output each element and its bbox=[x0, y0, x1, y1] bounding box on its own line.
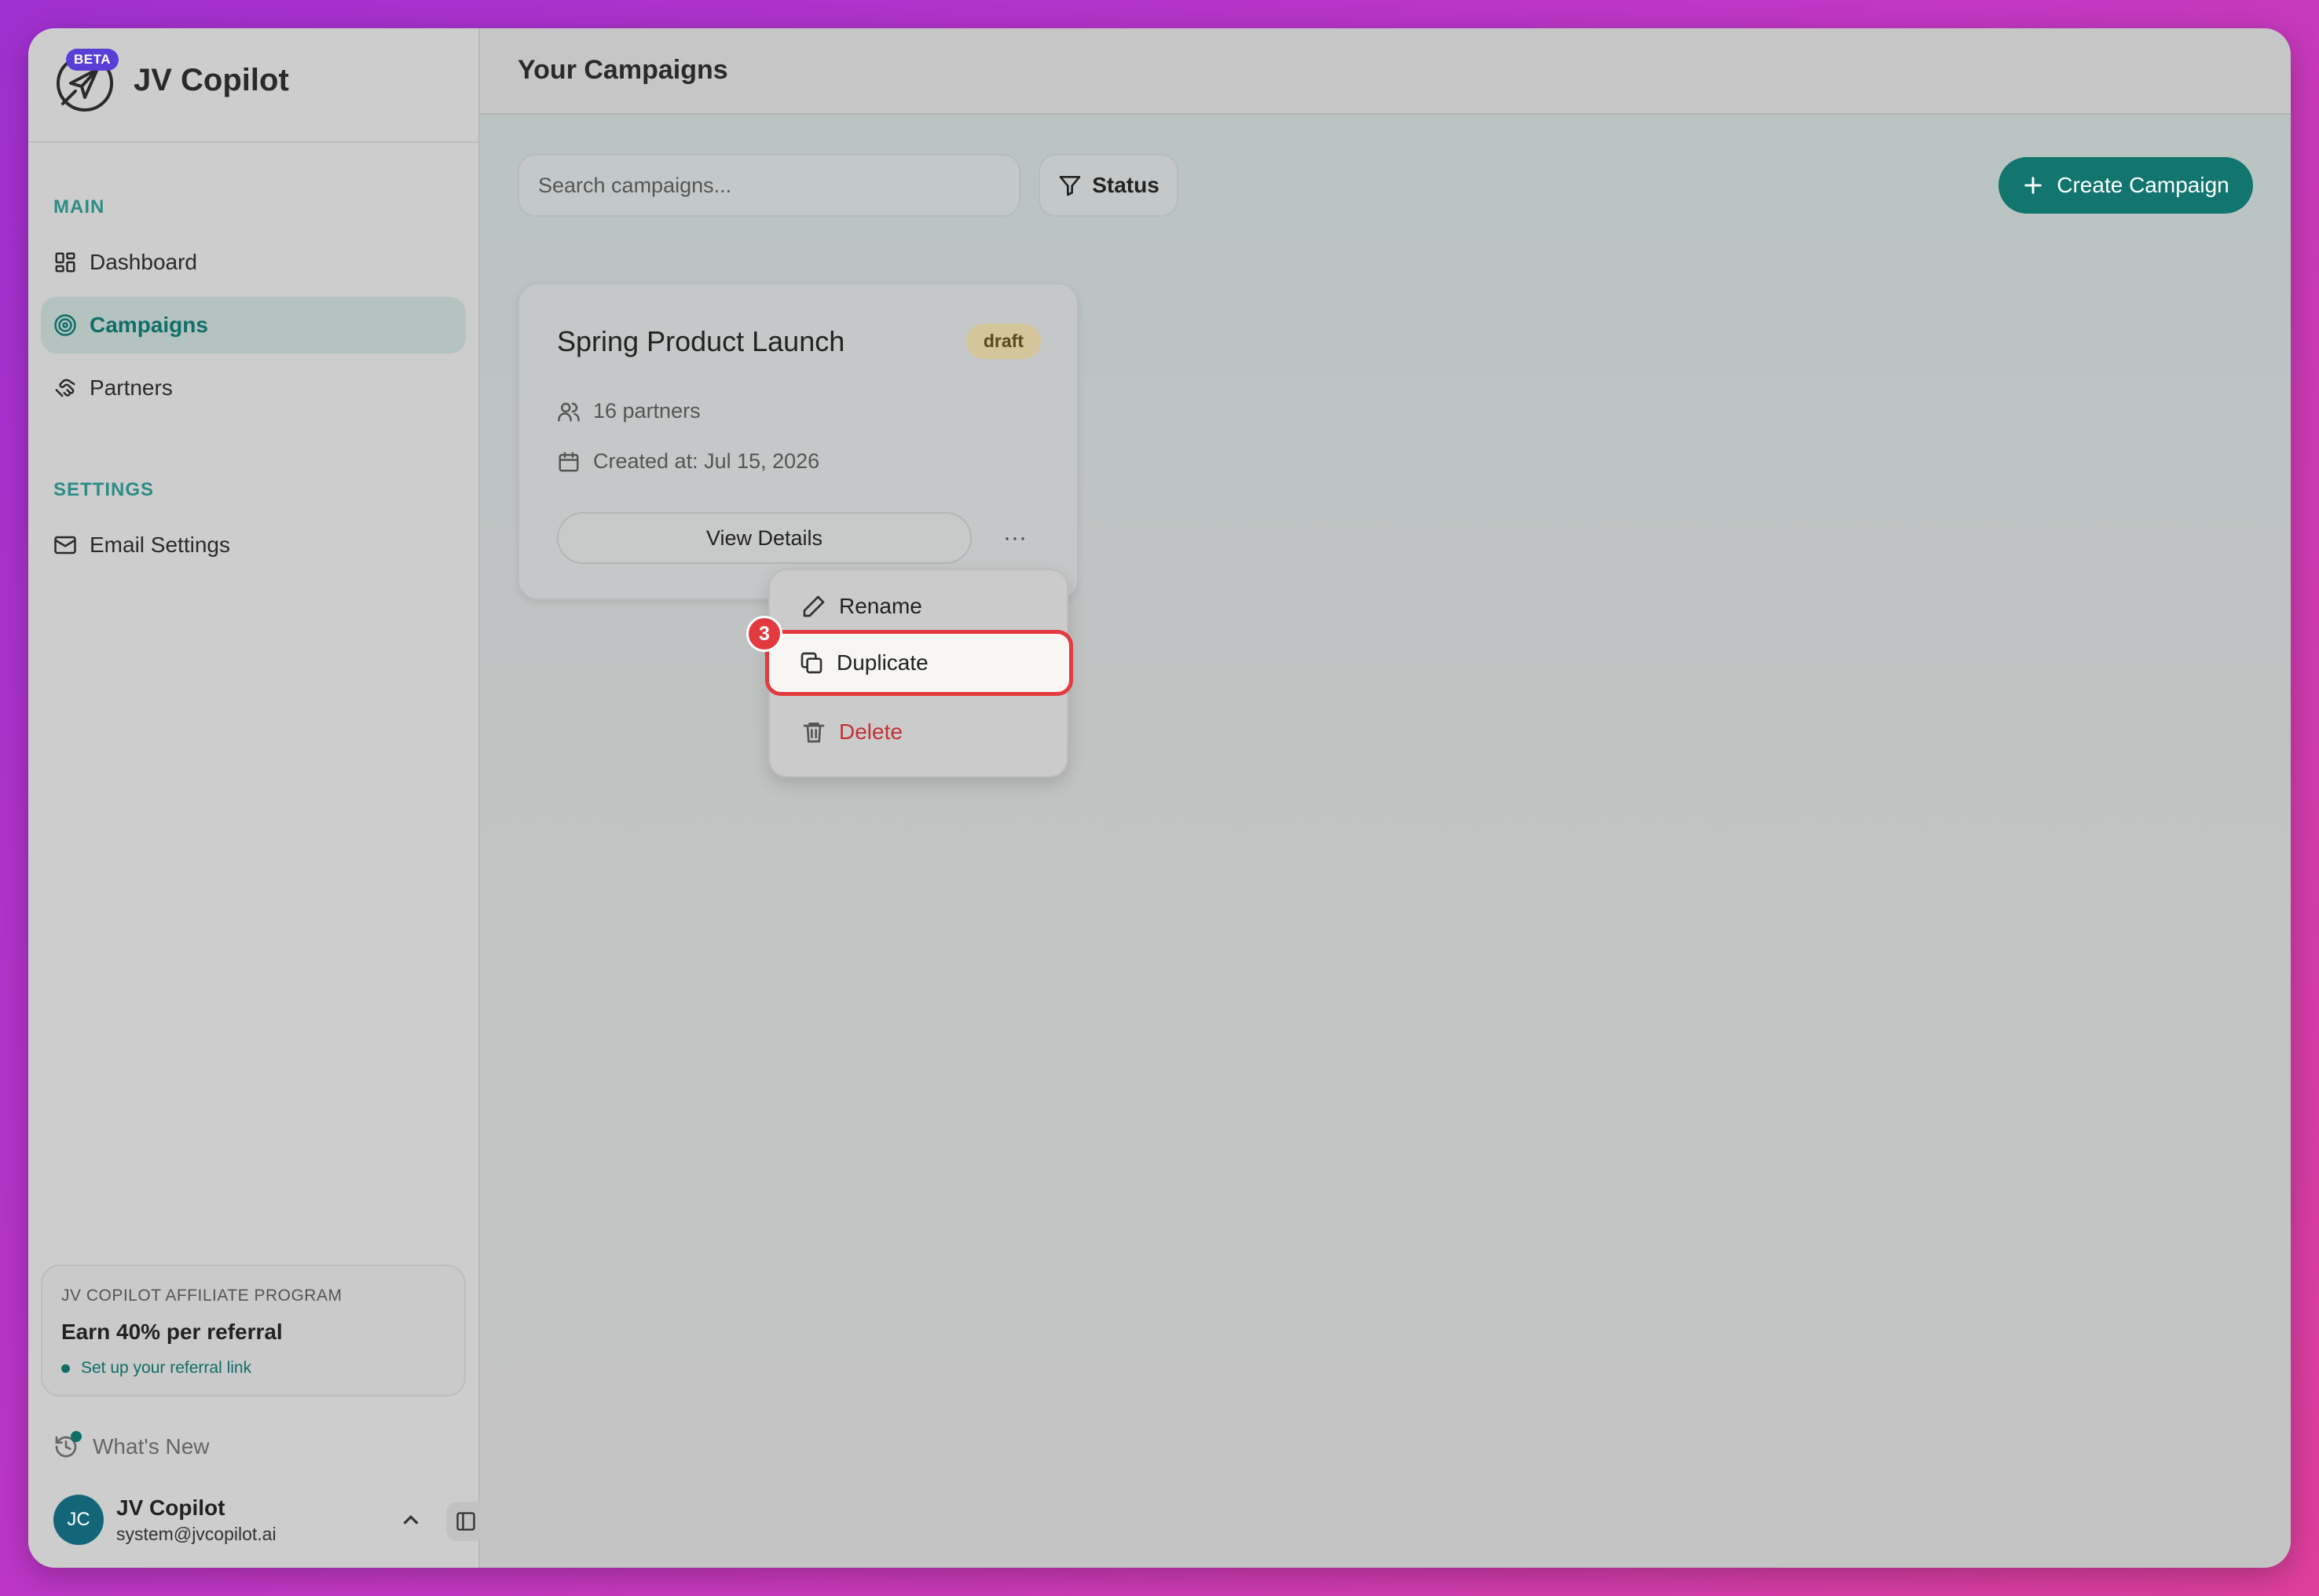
sidebar-item-email-settings[interactable]: Email Settings bbox=[41, 517, 466, 573]
filter-icon bbox=[1059, 176, 1081, 196]
plus-icon bbox=[2024, 177, 2042, 194]
menu-item-rename[interactable]: Rename bbox=[784, 581, 1054, 631]
pencil-icon bbox=[803, 595, 825, 617]
create-campaign-label: Create Campaign bbox=[2057, 173, 2229, 197]
created-label: Created at: Jul 15, 2026 bbox=[593, 449, 820, 473]
sidebar-item-campaigns[interactable]: Campaigns bbox=[41, 297, 466, 353]
sidebar-item-label: Email Settings bbox=[90, 533, 230, 557]
menu-item-duplicate[interactable]: Duplicate bbox=[765, 630, 1073, 696]
sidebar: BETA JV Copilot MAIN Dashboard Campaigns… bbox=[28, 28, 485, 1568]
view-details-button[interactable]: View Details bbox=[557, 512, 972, 564]
dashboard-icon bbox=[55, 252, 75, 273]
users-icon bbox=[558, 402, 580, 421]
create-campaign-button[interactable]: Create Campaign bbox=[1998, 157, 2253, 214]
user-email: system@jvcopilot.ai bbox=[116, 1523, 277, 1544]
calendar-icon bbox=[559, 452, 579, 471]
status-filter-button[interactable]: Status bbox=[1039, 154, 1178, 217]
created-date: Created at: Jul 15, 2026 bbox=[557, 449, 819, 474]
main-header: Your Campaigns bbox=[480, 28, 2291, 115]
rename-label: Rename bbox=[839, 594, 922, 618]
status-label: Status bbox=[1092, 173, 1160, 197]
duplicate-label: Duplicate bbox=[837, 650, 929, 675]
mail-icon bbox=[54, 536, 76, 555]
brand: BETA JV Copilot bbox=[28, 28, 478, 143]
whats-new-link[interactable]: What's New bbox=[53, 1431, 210, 1459]
bullet-dot-icon bbox=[61, 1364, 70, 1373]
campaign-card: Spring Product Launch draft 16 partners … bbox=[518, 283, 1079, 600]
trash-icon bbox=[803, 723, 825, 743]
referral-link[interactable]: Set up your referral link bbox=[61, 1359, 445, 1378]
sidebar-item-dashboard[interactable]: Dashboard bbox=[41, 234, 466, 291]
history-icon bbox=[53, 1431, 82, 1459]
sidebar-item-label: Campaigns bbox=[90, 313, 208, 337]
beta-badge: BETA bbox=[66, 49, 119, 71]
menu-item-delete[interactable]: Delete bbox=[784, 707, 1054, 757]
sidebar-item-label: Dashboard bbox=[90, 250, 197, 274]
affiliate-headline: Earn 40% per referral bbox=[61, 1320, 283, 1344]
referral-link-label: Set up your referral link bbox=[81, 1359, 252, 1377]
section-label-main: MAIN bbox=[53, 196, 105, 218]
whats-new-label: What's New bbox=[93, 1434, 210, 1459]
target-icon bbox=[54, 314, 76, 336]
user-name: JV Copilot bbox=[116, 1495, 225, 1520]
panel-left-icon bbox=[456, 1512, 475, 1531]
campaign-title: Spring Product Launch bbox=[557, 325, 845, 357]
user-info: JV Copilot system@jvcopilot.ai bbox=[116, 1495, 277, 1545]
app-window: BETA JV Copilot MAIN Dashboard Campaigns… bbox=[28, 28, 2291, 1568]
step-number-badge: 3 bbox=[746, 616, 782, 652]
search-input[interactable]: Search campaigns... bbox=[518, 154, 1020, 217]
avatar: JC bbox=[53, 1495, 104, 1545]
status-badge: draft bbox=[965, 324, 1041, 359]
delete-label: Delete bbox=[839, 719, 903, 744]
main-area: Your Campaigns Search campaigns... Statu… bbox=[480, 28, 2291, 1568]
sidebar-item-partners[interactable]: Partners bbox=[41, 360, 466, 416]
affiliate-card: JV COPILOT AFFILIATE PROGRAM Earn 40% pe… bbox=[41, 1265, 466, 1396]
partners-count: 16 partners bbox=[557, 399, 701, 423]
notification-dot bbox=[71, 1431, 82, 1442]
brand-name: JV Copilot bbox=[134, 63, 289, 97]
more-options-button[interactable]: ··· bbox=[995, 520, 1035, 556]
handshake-icon bbox=[55, 379, 75, 397]
partners-label: 16 partners bbox=[593, 399, 701, 423]
chevron-up-icon[interactable] bbox=[399, 1508, 423, 1532]
user-menu[interactable]: JC JV Copilot system@jvcopilot.ai bbox=[53, 1492, 485, 1547]
section-label-settings: SETTINGS bbox=[53, 479, 155, 500]
campaigns-content: Search campaigns... Status Create Campai… bbox=[480, 115, 2291, 1568]
page-title: Your Campaigns bbox=[518, 55, 728, 85]
sidebar-item-label: Partners bbox=[90, 375, 173, 400]
copy-icon bbox=[800, 652, 822, 674]
affiliate-title: JV COPILOT AFFILIATE PROGRAM bbox=[61, 1287, 343, 1305]
